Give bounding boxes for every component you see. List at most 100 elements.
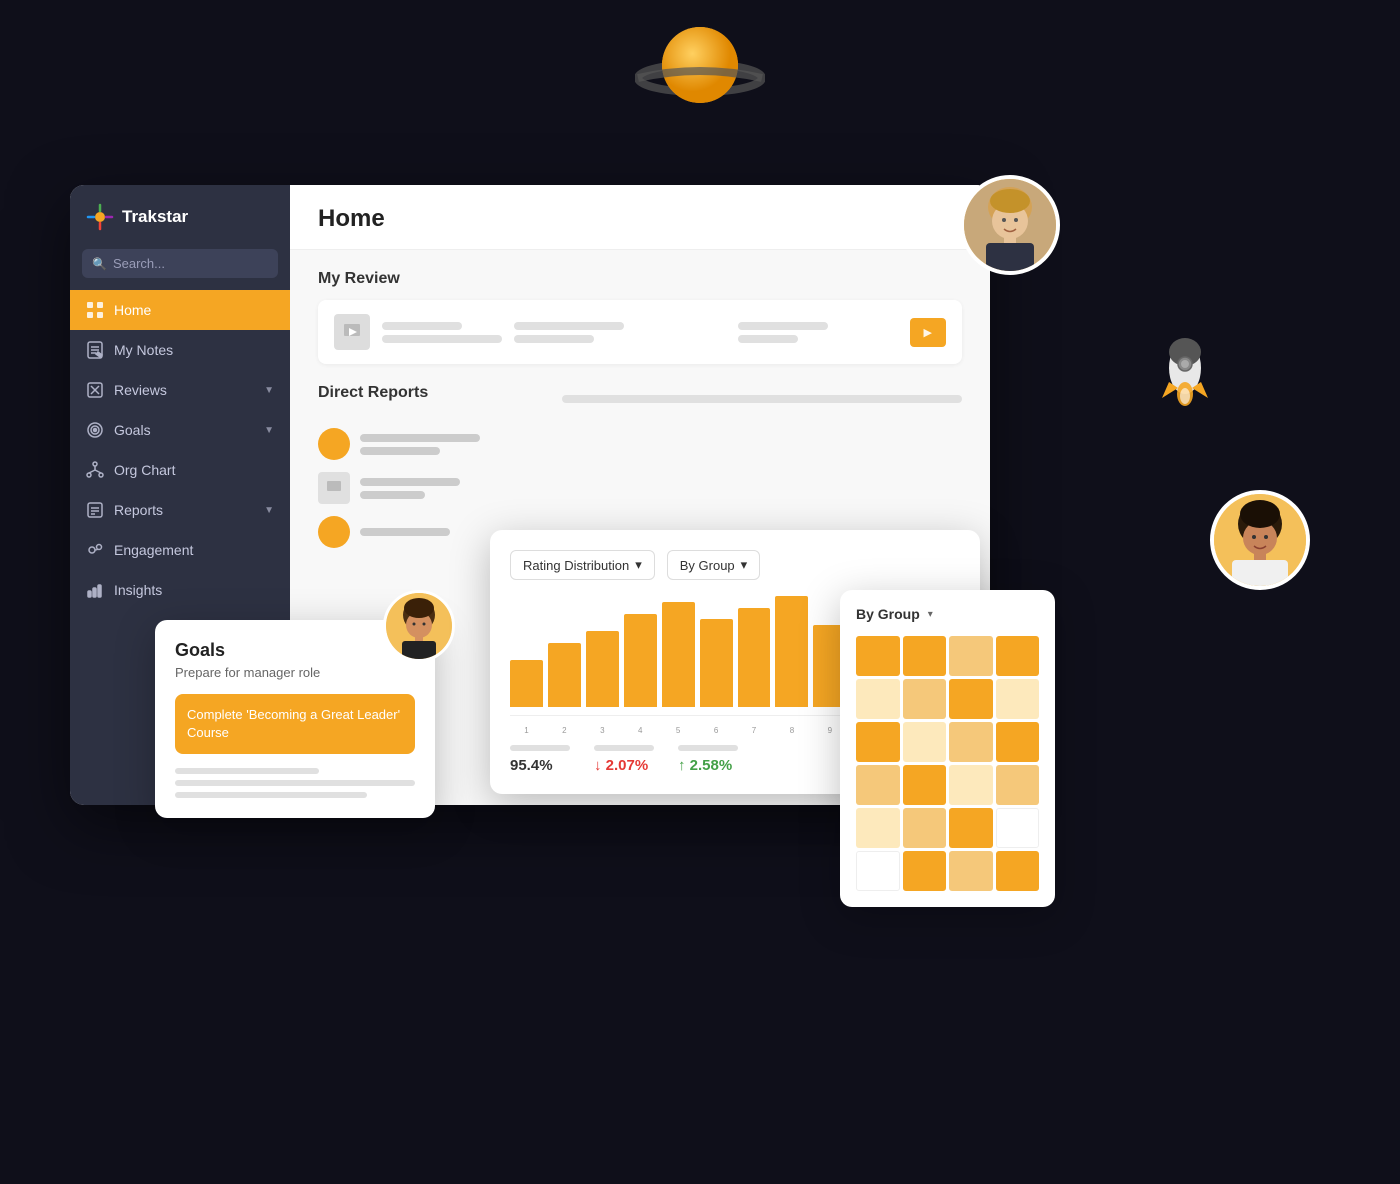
chart-label-3: 3 — [586, 726, 619, 735]
heatmap-cell-17 — [856, 808, 900, 848]
review-bar-2 — [382, 335, 502, 343]
my-review-section-title: My Review — [318, 270, 962, 288]
heatmap-cell-6 — [903, 679, 947, 719]
org-chart-icon — [86, 461, 104, 479]
review-right-bar-2 — [738, 335, 798, 343]
sidebar-item-goals[interactable]: Goals ▼ — [70, 410, 290, 450]
my-review-card: ▶ — [318, 300, 962, 364]
reports-chevron-icon: ▼ — [264, 505, 274, 516]
rating-distribution-label: Rating Distribution — [523, 558, 629, 573]
direct-reports-bar — [562, 395, 962, 403]
sidebar-item-my-notes[interactable]: My Notes — [70, 330, 290, 370]
heatmap-cell-24 — [996, 851, 1040, 891]
report-row-2 — [318, 472, 962, 504]
report-bars-1 — [360, 434, 962, 455]
sidebar-item-reports-label: Reports — [114, 502, 163, 518]
heatmap-cell-11 — [949, 722, 993, 762]
rating-dropdown-chevron-icon: ▾ — [635, 557, 642, 573]
rocket-decoration — [1140, 330, 1230, 420]
chart-label-6: 6 — [700, 726, 733, 735]
home-icon — [86, 301, 104, 319]
goals-bar-1 — [175, 768, 319, 774]
search-box[interactable]: 🔍 Search... — [82, 249, 278, 278]
review-center-info — [514, 322, 726, 343]
goals-chevron-icon: ▼ — [264, 425, 274, 436]
heatmap-grid — [856, 636, 1039, 891]
sidebar-header: Trakstar — [70, 185, 290, 249]
sidebar-item-insights-label: Insights — [114, 582, 162, 598]
page-title: Home — [318, 205, 962, 233]
heatmap-cell-15 — [949, 765, 993, 805]
trakstar-logo-icon — [86, 203, 114, 231]
report-bar-2b — [360, 491, 425, 499]
heatmap-cell-20 — [996, 808, 1040, 848]
report-bars-2 — [360, 478, 962, 499]
sidebar-item-org-chart-label: Org Chart — [114, 462, 175, 478]
goals-card-subtitle: Prepare for manager role — [175, 665, 415, 680]
sidebar-item-insights[interactable]: Insights — [70, 570, 290, 610]
report-avatar-1 — [318, 428, 350, 460]
heatmap-cell-9 — [856, 722, 900, 762]
report-bar-3a — [360, 528, 450, 536]
sidebar-item-my-notes-label: My Notes — [114, 342, 173, 358]
sidebar-item-reports[interactable]: Reports ▼ — [70, 490, 290, 530]
heatmap-cell-21 — [856, 851, 900, 891]
group-dropdown-chevron-icon: ▾ — [741, 557, 748, 573]
heatmap-title: By Group — [856, 606, 920, 622]
reports-icon — [86, 501, 104, 519]
stat-label-1 — [510, 745, 570, 751]
review-right-bar-1 — [738, 322, 828, 330]
by-group-label: By Group — [680, 558, 735, 573]
heatmap-cell-7 — [949, 679, 993, 719]
reviews-chevron-icon: ▼ — [264, 385, 274, 396]
heatmap-chevron-icon: ▾ — [928, 609, 933, 620]
sidebar-item-goals-label: Goals — [114, 422, 151, 438]
goals-card-title: Goals — [175, 640, 415, 661]
heatmap-cell-4 — [996, 636, 1040, 676]
report-avatar-3 — [318, 516, 350, 548]
review-thumbnail — [334, 314, 370, 350]
heatmap-cell-19 — [949, 808, 993, 848]
chart-label-2: 2 — [548, 726, 581, 735]
review-right-info — [738, 322, 897, 343]
heatmap-header: By Group ▾ — [856, 606, 1039, 622]
goals-bar-3 — [175, 792, 367, 798]
review-action-button[interactable]: ▶ — [910, 318, 946, 347]
direct-reports-header: Direct Reports — [318, 384, 962, 414]
sidebar-item-engagement[interactable]: Engagement — [70, 530, 290, 570]
review-center-bar-2 — [514, 335, 594, 343]
chart-bar-1 — [510, 660, 543, 707]
sidebar-item-reviews[interactable]: Reviews ▼ — [70, 370, 290, 410]
heatmap-cell-23 — [949, 851, 993, 891]
heatmap-cell-2 — [903, 636, 947, 676]
stat-label-3 — [678, 745, 738, 751]
main-header: Home — [290, 185, 990, 250]
goals-progress-bars — [175, 768, 415, 798]
by-group-dropdown[interactable]: By Group ▾ — [667, 550, 760, 580]
planet-decoration — [635, 10, 765, 125]
chart-label-5: 5 — [662, 726, 695, 735]
insights-icon — [86, 581, 104, 599]
goals-icon — [86, 421, 104, 439]
heatmap-card: By Group ▾ — [840, 590, 1055, 907]
heatmap-cell-18 — [903, 808, 947, 848]
chart-bar-8 — [775, 596, 808, 707]
rating-distribution-dropdown[interactable]: Rating Distribution ▾ — [510, 550, 655, 580]
stat-value-1: 95.4% — [510, 757, 570, 774]
search-icon: 🔍 — [92, 257, 107, 271]
chart-label-7: 7 — [738, 726, 771, 735]
heatmap-cell-22 — [903, 851, 947, 891]
sidebar-item-home[interactable]: Home — [70, 290, 290, 330]
notes-icon — [86, 341, 104, 359]
report-row-1 — [318, 428, 962, 460]
search-placeholder: Search... — [113, 256, 165, 271]
review-info-bars — [382, 322, 502, 343]
avatar-bottom-right — [1210, 490, 1310, 590]
heatmap-cell-8 — [996, 679, 1040, 719]
sidebar-item-org-chart[interactable]: Org Chart — [70, 450, 290, 490]
stat-label-2 — [594, 745, 654, 751]
chart-bar-3 — [586, 631, 619, 707]
chart-bar-5 — [662, 602, 695, 707]
chart-label-1: 1 — [510, 726, 543, 735]
engagement-icon — [86, 541, 104, 559]
